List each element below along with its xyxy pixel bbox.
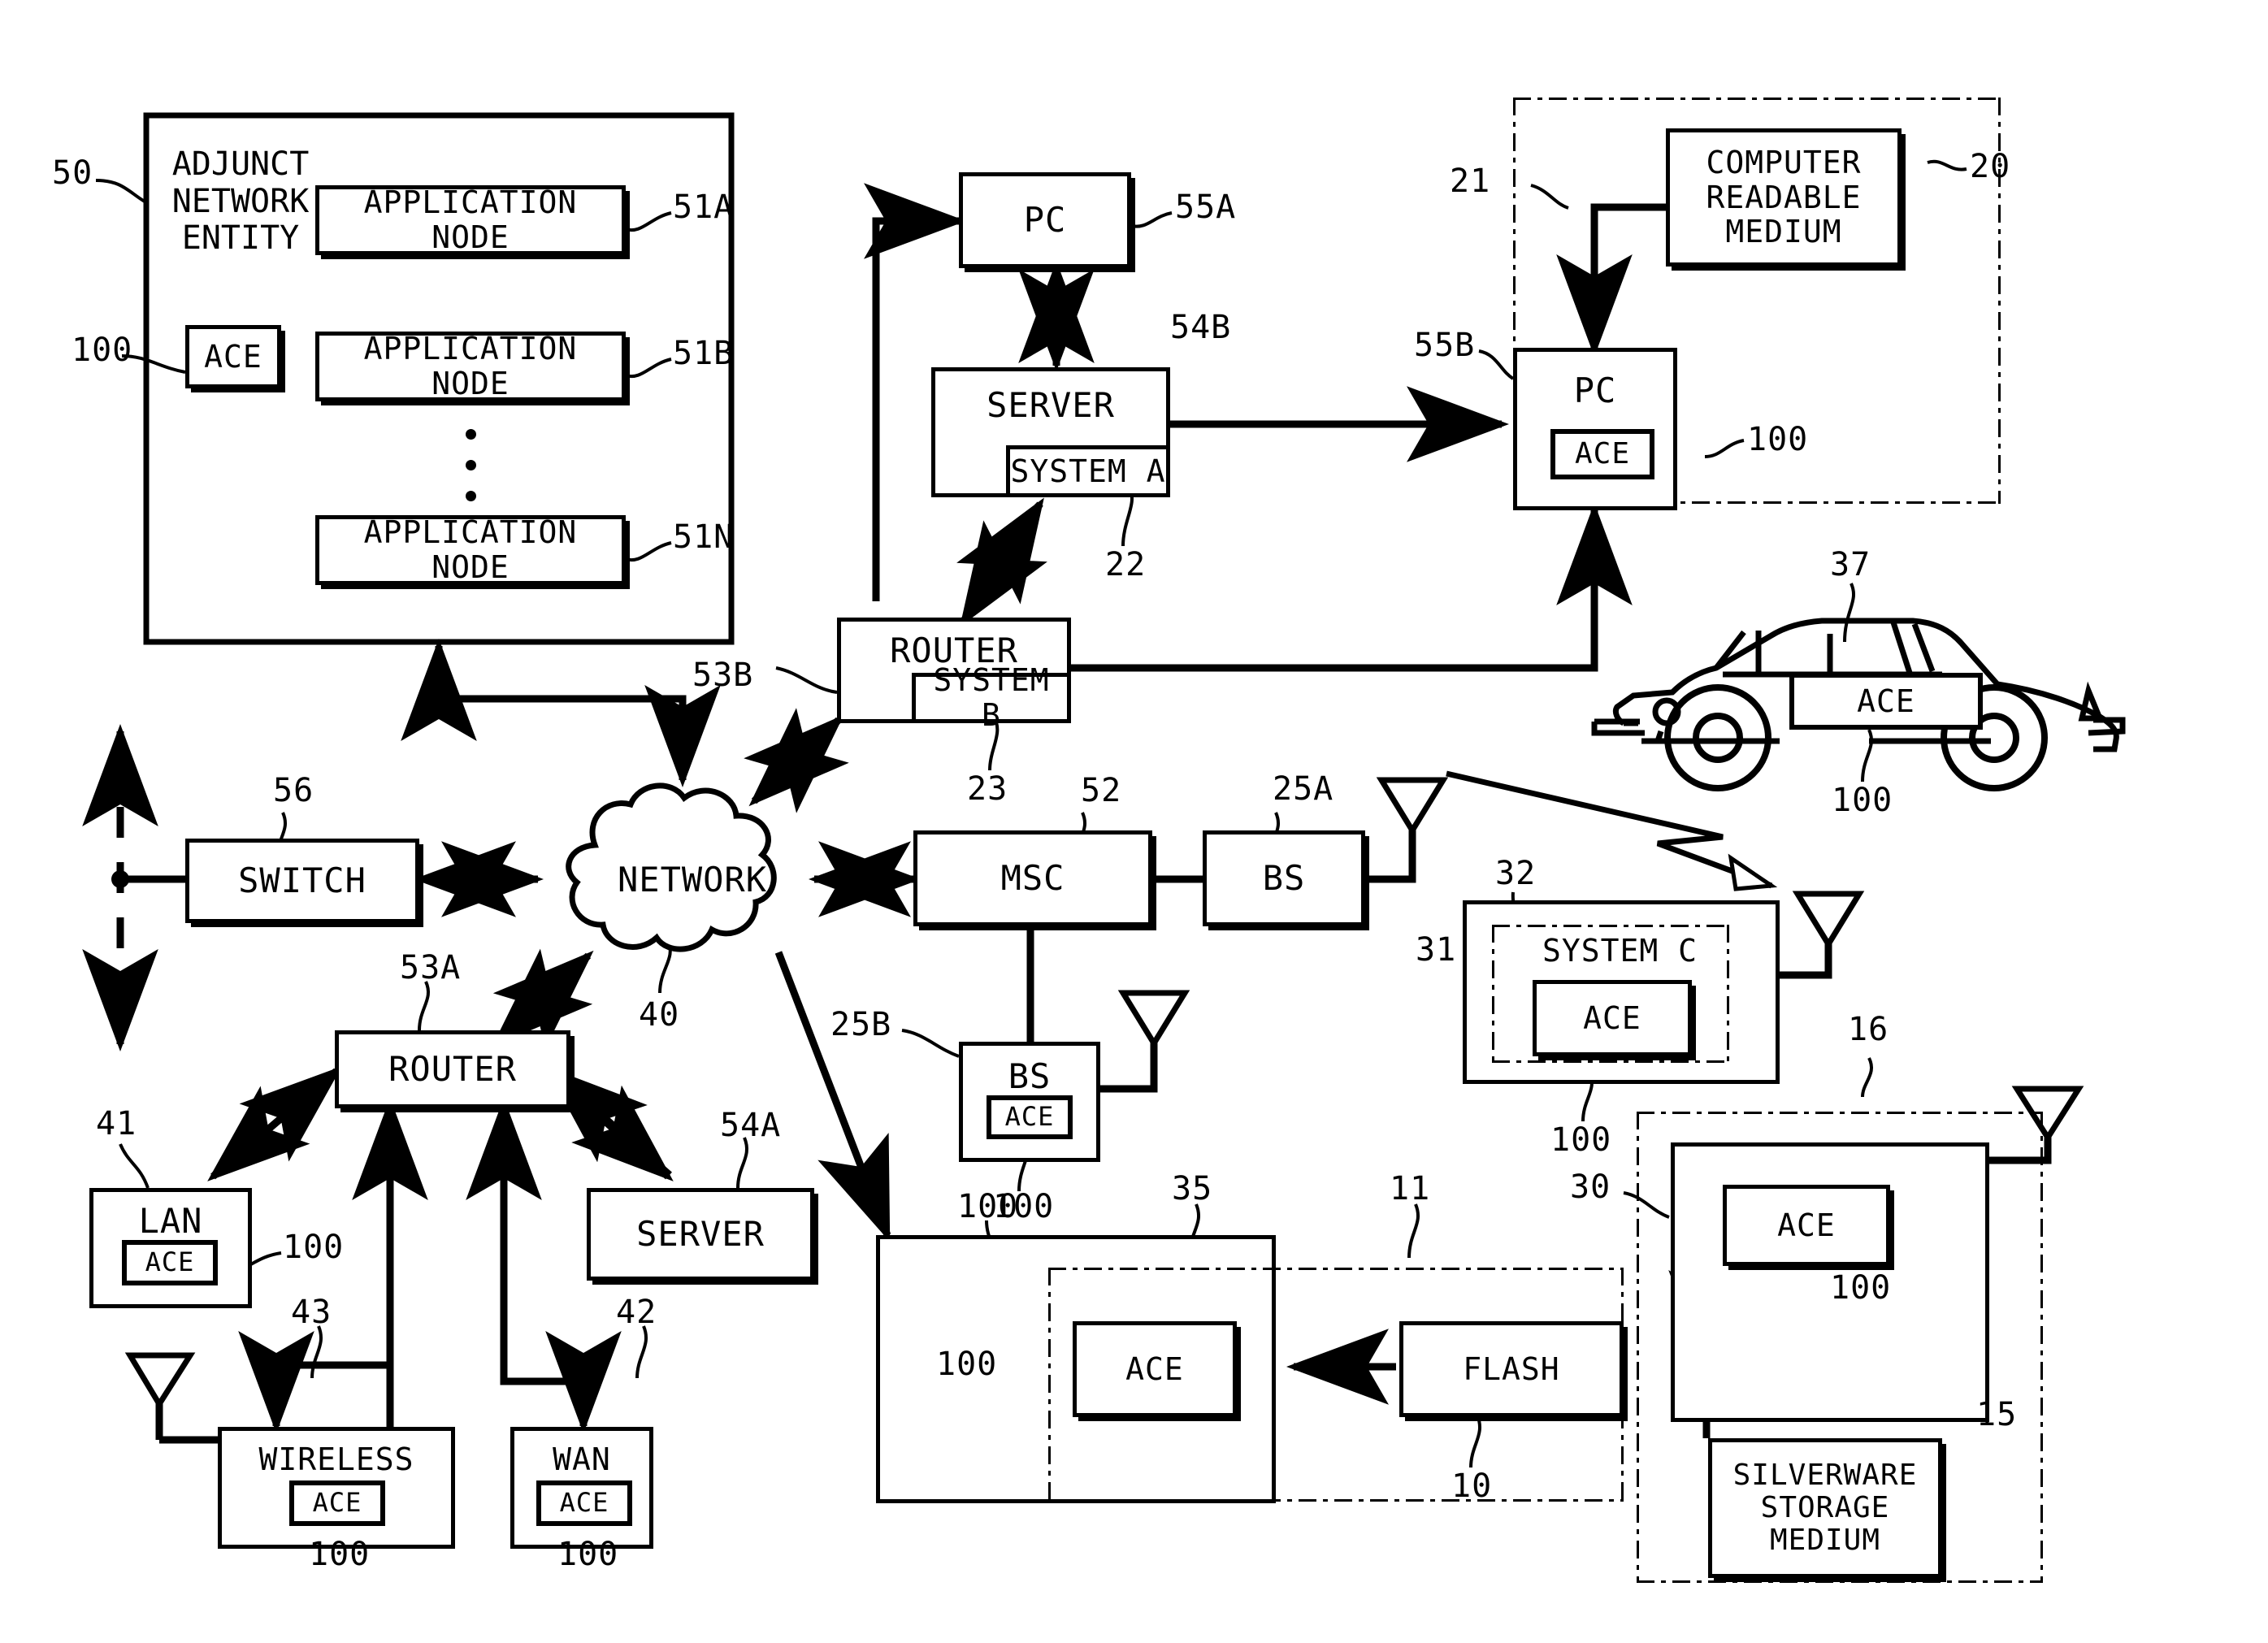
ref-51A: 51A [673,189,735,226]
ace-bs-25b[interactable]: ACE [987,1095,1073,1139]
bs-25a[interactable]: BS [1203,830,1365,926]
ref-30: 30 [1570,1168,1611,1206]
ref-51B: 51B [673,335,735,372]
ref-100-device30: 100 [1830,1269,1892,1307]
ref-100-ane: 100 [72,332,133,369]
ref-55A: 55A [1175,189,1237,226]
system-a[interactable]: SYSTEM A [1006,445,1170,497]
ref-25A: 25A [1273,770,1334,808]
ref-41: 41 [96,1105,137,1142]
system-b[interactable]: SYSTEM B [912,663,1071,732]
ref-23: 23 [967,770,1008,808]
ref-15: 15 [1976,1396,2018,1433]
ref-10: 10 [1451,1467,1493,1505]
ref-54B: 54B [1170,309,1232,346]
ref-52: 52 [1081,772,1122,809]
ace-pc-55b[interactable]: ACE [1550,429,1654,479]
ellipsis-dot-3 [466,491,476,501]
ref-22: 22 [1105,546,1147,583]
computer-readable-medium[interactable]: COMPUTER READABLE MEDIUM [1666,128,1902,267]
ref-100-pc55b: 100 [1747,421,1809,458]
ref-53A: 53A [400,949,462,986]
ace-adjunct-network-entity[interactable]: ACE [185,325,281,388]
system-c-label: SYSTEM C [1542,933,1698,969]
ace-wireless-lan-43[interactable]: ACE [289,1480,385,1526]
silverware-storage-medium[interactable]: SILVERWARE STORAGE MEDIUM [1708,1438,1942,1578]
ref-53B: 53B [692,657,754,694]
ref-51N: 51N [673,518,735,556]
ellipsis-dot-1 [466,429,476,440]
application-node-n[interactable]: APPLICATION NODE [315,515,626,585]
ref-35: 35 [1172,1170,1213,1207]
ace-device-35[interactable]: ACE [1073,1321,1237,1417]
ref-40: 40 [639,996,680,1034]
ref-56: 56 [273,772,314,809]
network-cloud-label: NETWORK [618,860,768,900]
ref-25B: 25B [830,1006,892,1043]
ace-system-c[interactable]: ACE [1533,980,1692,1056]
ref-42: 42 [616,1294,657,1331]
ref-16: 16 [1848,1011,1889,1048]
ref-11: 11 [1390,1170,1431,1207]
ref-100-car: 100 [1832,782,1893,819]
ref-100-systemc: 100 [1550,1121,1612,1159]
ref-100-device35-inner: 100 [936,1346,998,1383]
ref-20: 20 [1970,148,2011,185]
ref-31: 31 [1416,931,1457,969]
ace-device-30[interactable]: ACE [1723,1185,1890,1266]
ref-43: 43 [291,1294,332,1331]
ace-wan-42[interactable]: ACE [536,1480,632,1526]
application-node-a[interactable]: APPLICATION NODE [315,185,626,255]
ace-lan-41[interactable]: ACE [122,1240,218,1285]
ref-100-wlan: 100 [309,1536,371,1573]
msc-52[interactable]: MSC [913,830,1152,926]
flash-10[interactable]: FLASH [1399,1321,1624,1417]
ellipsis-dot-2 [466,460,476,470]
router-53a[interactable]: ROUTER [335,1030,570,1108]
ref-55B: 55B [1414,327,1476,364]
ref-37: 37 [1830,546,1871,583]
pc-55a[interactable]: PC [959,172,1131,268]
ref-54A: 54A [720,1107,782,1144]
ref-100-lan: 100 [283,1229,345,1266]
ace-car[interactable]: ACE [1789,673,1983,730]
ref-50: 50 [52,154,93,192]
ref-100-device35-outer: 100 [957,1188,1019,1225]
ref-32: 32 [1495,855,1537,892]
switch-56[interactable]: SWITCH [185,839,419,923]
patent-figure: ADJUNCT NETWORK ENTITY 50 ACE 100 APPLIC… [0,0,2268,1643]
application-node-b[interactable]: APPLICATION NODE [315,332,626,401]
ref-21: 21 [1450,163,1491,200]
ref-100-wan: 100 [557,1536,619,1573]
adjunct-network-entity-title: ADJUNCT NETWORK ENTITY [171,145,310,258]
server-54a[interactable]: SERVER [587,1188,814,1281]
